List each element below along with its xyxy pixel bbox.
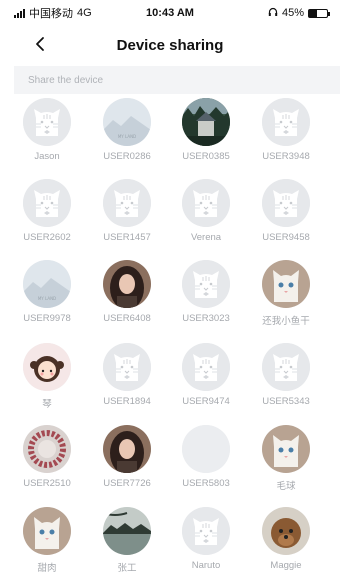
user-name: USER2602 xyxy=(23,232,71,243)
user-name: 琴 xyxy=(42,399,52,410)
avatar xyxy=(182,260,230,308)
avatar xyxy=(262,98,310,146)
avatar xyxy=(182,343,230,391)
user-item[interactable]: USER6408 xyxy=(87,260,167,324)
user-item[interactable]: USER1894 xyxy=(87,343,167,407)
user-item[interactable]: USER3948 xyxy=(246,98,326,162)
avatar xyxy=(262,343,310,391)
user-name: USER7726 xyxy=(103,478,151,489)
user-name: Jason xyxy=(34,151,60,162)
avatar xyxy=(262,179,310,227)
avatar xyxy=(103,260,151,308)
battery-fill xyxy=(309,9,318,17)
avatar: MY LAND xyxy=(103,98,151,146)
user-item[interactable]: USER5343 xyxy=(246,343,326,407)
user-item[interactable]: USER9458 xyxy=(246,179,326,243)
user-name: 张工 xyxy=(117,563,137,574)
user-name: 毛球 xyxy=(276,481,296,492)
user-name: USER9978 xyxy=(23,313,71,324)
svg-text:MY LAND: MY LAND xyxy=(118,134,136,139)
user-item[interactable]: USER2510 xyxy=(7,425,87,489)
user-name: USER1457 xyxy=(103,232,151,243)
user-item[interactable]: MY LAND USER9978 xyxy=(7,260,87,324)
user-name: USER0286 xyxy=(103,151,151,162)
user-name: USER6408 xyxy=(103,313,151,324)
status-bar: 中国移动 4G 10:43 AM 45% xyxy=(0,0,340,26)
user-name: USER9474 xyxy=(182,396,230,407)
user-name: Naruto xyxy=(191,560,221,571)
avatar xyxy=(23,507,71,555)
avatar xyxy=(182,179,230,227)
avatar xyxy=(103,507,151,555)
signal-icon xyxy=(14,8,25,18)
nav-bar: Device sharing xyxy=(0,26,340,64)
user-name: USER3023 xyxy=(182,313,230,324)
user-item[interactable]: 琴 xyxy=(7,343,87,410)
avatar: MY LAND xyxy=(23,260,71,308)
user-item[interactable]: USER0385 xyxy=(166,98,246,162)
avatar xyxy=(23,343,71,391)
user-item[interactable]: USER3023 xyxy=(166,260,246,324)
avatar xyxy=(262,507,310,555)
avatar xyxy=(23,425,71,473)
user-item[interactable]: 张工 xyxy=(87,507,167,574)
clock: 10:43 AM xyxy=(146,7,194,19)
user-name: 甜肉 xyxy=(37,563,57,574)
user-item[interactable]: Jason xyxy=(7,98,87,162)
user-name: Verena xyxy=(190,232,222,243)
status-right: 45% xyxy=(268,7,330,20)
user-name: 还我小鱼干 xyxy=(262,316,310,327)
battery-percent: 45% xyxy=(281,7,304,19)
user-item[interactable]: 毛球 xyxy=(246,425,326,492)
user-item[interactable]: Verena xyxy=(166,179,246,243)
status-left: 中国移动 4G xyxy=(14,5,92,21)
battery-icon xyxy=(308,8,330,18)
avatar xyxy=(262,425,310,473)
avatar xyxy=(182,425,230,473)
user-name: USER2510 xyxy=(23,478,71,489)
user-item[interactable]: MY LAND USER0286 xyxy=(87,98,167,162)
user-item[interactable]: USER9474 xyxy=(166,343,246,407)
user-item[interactable]: USER5803 xyxy=(166,425,246,489)
user-name: USER5803 xyxy=(182,478,230,489)
avatar xyxy=(182,507,230,555)
avatar xyxy=(182,98,230,146)
page-title: Device sharing xyxy=(116,36,224,54)
headphones-icon xyxy=(268,7,278,20)
chevron-left-icon xyxy=(36,37,44,51)
section-label: Share the device xyxy=(28,74,104,86)
back-button[interactable] xyxy=(28,32,52,56)
user-item[interactable]: 甜肉 xyxy=(7,507,87,574)
user-item[interactable]: Naruto xyxy=(166,507,246,571)
user-item[interactable]: 还我小鱼干 xyxy=(246,260,326,327)
avatar xyxy=(23,179,71,227)
user-name: USER0385 xyxy=(182,151,230,162)
user-name: USER5343 xyxy=(262,396,310,407)
avatar xyxy=(103,343,151,391)
user-name: USER3948 xyxy=(262,151,310,162)
avatar xyxy=(262,260,310,308)
avatar xyxy=(23,98,71,146)
svg-text:MY LAND: MY LAND xyxy=(38,296,56,301)
avatar xyxy=(103,425,151,473)
network-label: 4G xyxy=(77,7,92,19)
user-item[interactable]: USER7726 xyxy=(87,425,167,489)
user-item[interactable]: USER2602 xyxy=(7,179,87,243)
user-item[interactable]: Maggie xyxy=(246,507,326,571)
user-item[interactable]: USER1457 xyxy=(87,179,167,243)
section-header: Share the device xyxy=(14,66,340,94)
carrier-label: 中国移动 xyxy=(29,8,73,20)
avatar xyxy=(103,179,151,227)
user-name: USER9458 xyxy=(262,232,310,243)
user-name: USER1894 xyxy=(103,396,151,407)
user-name: Maggie xyxy=(270,560,302,571)
